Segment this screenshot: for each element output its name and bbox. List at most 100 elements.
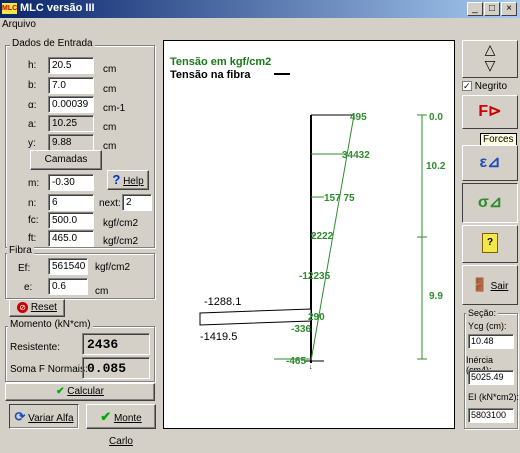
label-12235: -12235 [299,271,331,282]
fibra-title: Fibra [7,245,34,256]
resistente-value: 2436 [82,333,150,355]
dim-label-102: 10.2 [426,161,446,172]
a-label: a: [28,119,37,130]
chart-subtitle: Tensão na fibra [170,69,251,81]
chart-canvas: Tensão em kgf/cm2 Tensão na fibra ↓ 495 … [170,56,446,371]
dim-label-99: 9.9 [429,291,443,302]
force-icon: F⊳ [478,103,502,120]
left-value-bottom: -1419.5 [200,331,237,343]
scroll-up-down-buttons[interactable]: △ ▽ [462,40,518,78]
help-button[interactable]: ? Help [107,170,149,190]
y-unit: cm [103,141,117,152]
fc-field[interactable]: 500.0 [48,212,94,229]
b-field[interactable]: 7.0 [48,77,94,94]
down-arrow: ↓ [309,364,313,371]
soma-value: 0.085 [82,357,150,379]
check-icon-2: ✔ [100,409,112,424]
y-field: 9.88 [48,134,94,151]
sair-label: Sair [490,281,509,292]
chart-title: Tensão em kgf/cm2 [170,56,271,68]
help-book-icon: ? [482,233,498,253]
ycg-field[interactable]: 10.48 [468,334,514,349]
help-label: Help [123,176,144,187]
entrada-title: Dados de Entrada [10,38,95,49]
next-label: next: [99,198,121,209]
strain-button[interactable]: ε⊿ [462,145,518,181]
dim-label-0: 0.0 [429,112,443,123]
variar-alfa-label: Variar Alfa [28,413,74,424]
a-unit: cm [103,122,117,133]
close-button[interactable]: × [501,2,517,16]
reset-button[interactable]: ⊘ Reset [9,299,65,317]
camadas-button[interactable]: Camadas [30,150,102,170]
reset-icon: ⊘ [17,301,29,313]
negrito-checkbox[interactable]: ✓ [462,81,472,92]
ef-label: Ef: [18,263,31,274]
label-34432: 34432 [342,150,370,161]
ft-field[interactable]: 465.0 [48,230,94,247]
alpha-unit: cm-1 [103,103,126,114]
e-field[interactable]: 0.6 [48,278,88,295]
app-icon: MLC [2,3,18,14]
stress-icon: σ⊿ [477,194,503,211]
b-unit: cm [103,84,117,95]
sair-button[interactable]: 🚪 Sair [462,265,518,305]
e-unit: cm [95,286,109,297]
n-label: n: [28,198,37,209]
menu-bar: Arquivo [0,18,520,32]
window-title: MLC versão III [20,2,95,14]
negrito-label: Negrito [474,81,508,92]
title-bar: MLC MLC versão III _ □ × [0,0,520,18]
check-icon: ✔ [56,386,65,397]
h-unit: cm [103,64,117,75]
label-15775: 157 75 [324,193,355,204]
next-field[interactable]: 2 [122,194,152,211]
n-field[interactable]: 6 [48,194,94,211]
calcular-label: Calcular [67,386,104,397]
calcular-button[interactable]: ✔ Calcular [5,383,155,401]
m-field[interactable]: -0.30 [48,174,94,191]
help-file-button[interactable]: ? [462,225,518,263]
alpha-label: α: [28,100,37,111]
fiber-bar [199,308,312,326]
variar-alfa-button[interactable]: ⟳ Variar Alfa [9,404,79,429]
label-290: 290 [308,312,325,323]
secao-title: Seção: [466,308,499,318]
h-field[interactable]: 20.5 [48,57,94,74]
b-label: b: [28,80,37,91]
down-arrow-icon: ▽ [484,57,496,73]
stress-button[interactable]: σ⊿ [462,183,518,223]
strain-icon: ε⊿ [479,154,501,171]
monte-carlo-button[interactable]: ✔ Monte Carlo [86,404,156,447]
reset-label: Reset [30,302,57,313]
help-icon: ? [112,172,121,187]
up-arrow-icon: △ [484,41,496,57]
stress-chart: Tensão em kgf/cm2 Tensão na fibra ↓ 495 … [163,40,455,429]
negrito-checkbox-wrapper[interactable]: ✓ Negrito [462,81,507,92]
ft-unit: kgf/cm2 [103,236,139,247]
resistente-label: Resistente: [10,342,61,353]
label-2222: 2222 [311,231,334,242]
label-336: -336 [291,324,311,335]
ef-field[interactable]: 561540 [48,258,88,275]
m-label: m: [28,178,40,189]
label-495: 495 [350,112,367,123]
ei-label: EI (kN*cm2): [468,392,520,402]
monte-carlo-label: Monte Carlo [109,413,142,447]
y-label: y: [28,138,36,149]
ft-label: ft: [28,233,37,244]
maximize-button[interactable]: □ [484,2,500,16]
a-field: 10.25 [48,115,94,132]
e-label: e: [24,282,33,293]
left-value-top: -1288.1 [204,296,241,308]
minimize-button[interactable]: _ [467,2,483,16]
menu-arquivo[interactable]: Arquivo [2,19,36,30]
exit-icon: 🚪 [471,277,488,292]
ei-field[interactable]: 5803100 [468,408,514,423]
momento-title: Momento (kN*cm) [8,319,93,330]
soma-label: Soma F Normais: [10,364,88,375]
alpha-field[interactable]: 0.00039 [48,96,94,113]
force-f-button[interactable]: F⊳ [462,95,518,129]
h-label: h: [28,60,37,71]
inercia-field[interactable]: 5025.49 [468,370,514,385]
